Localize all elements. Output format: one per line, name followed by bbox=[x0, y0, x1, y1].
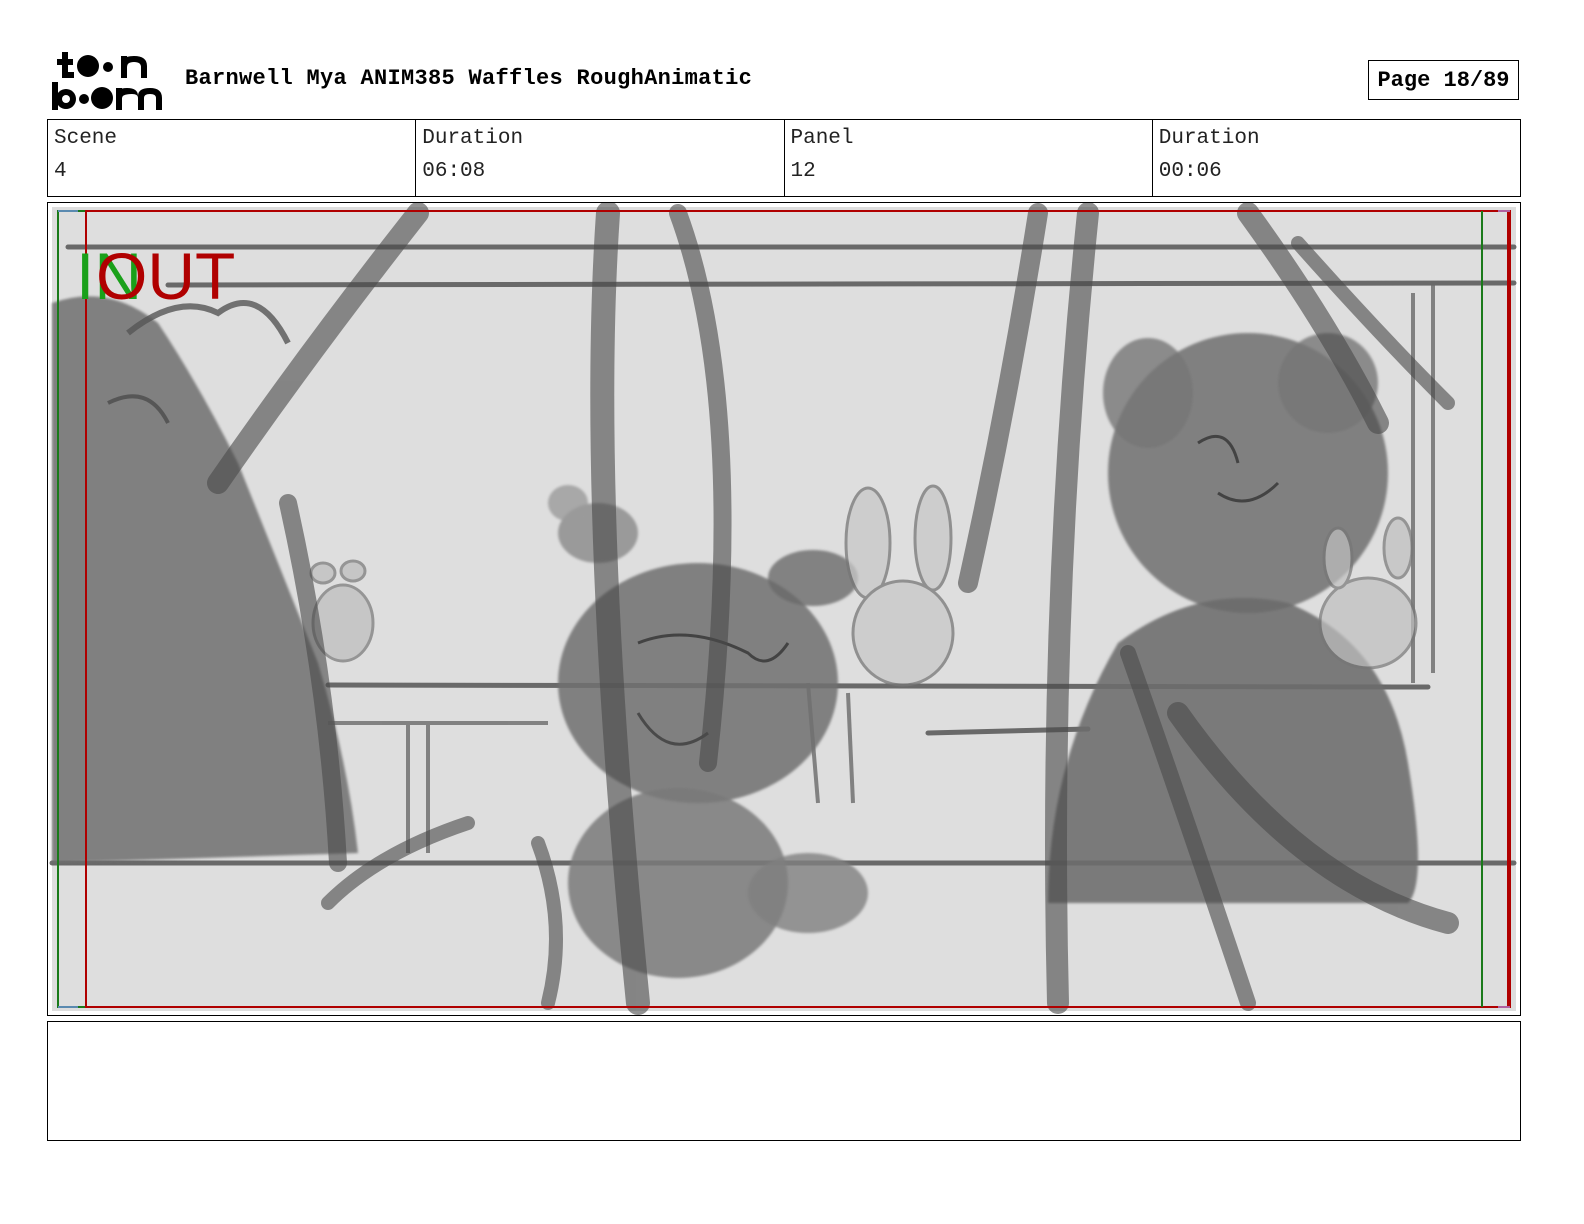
scene-label: Scene bbox=[54, 127, 118, 150]
panel-duration-cell: Duration 00:06 bbox=[1153, 120, 1520, 196]
scene-value: 4 bbox=[54, 160, 67, 183]
panel-sketch-image: IN OUT bbox=[49, 203, 1517, 1015]
scene-duration-value: 06:08 bbox=[422, 160, 486, 183]
panel-value: 12 bbox=[790, 160, 816, 183]
panel-cell: Panel 12 bbox=[785, 120, 1153, 196]
storyboard-panel: IN OUT bbox=[47, 202, 1521, 1016]
logo-mark-icon bbox=[52, 52, 162, 110]
scene-duration-label: Duration bbox=[422, 127, 524, 150]
out-marker: OUT bbox=[96, 239, 235, 313]
panel-label: Panel bbox=[790, 127, 854, 150]
panel-duration-label: Duration bbox=[1158, 127, 1260, 150]
panel-notes-box[interactable] bbox=[47, 1021, 1521, 1141]
panel-duration-value: 00:06 bbox=[1158, 160, 1222, 183]
scene-duration-cell: Duration 06:08 bbox=[416, 120, 785, 196]
document-title: Barnwell Mya ANIM385 Waffles RoughAnimat… bbox=[185, 66, 753, 91]
scene-info-table: Scene 4 Duration 06:08 Panel 12 Duration… bbox=[47, 119, 1521, 197]
scene-cell: Scene 4 bbox=[48, 120, 417, 196]
page-number-badge: Page 18/89 bbox=[1368, 60, 1519, 100]
toon-boom-logo bbox=[52, 50, 164, 112]
